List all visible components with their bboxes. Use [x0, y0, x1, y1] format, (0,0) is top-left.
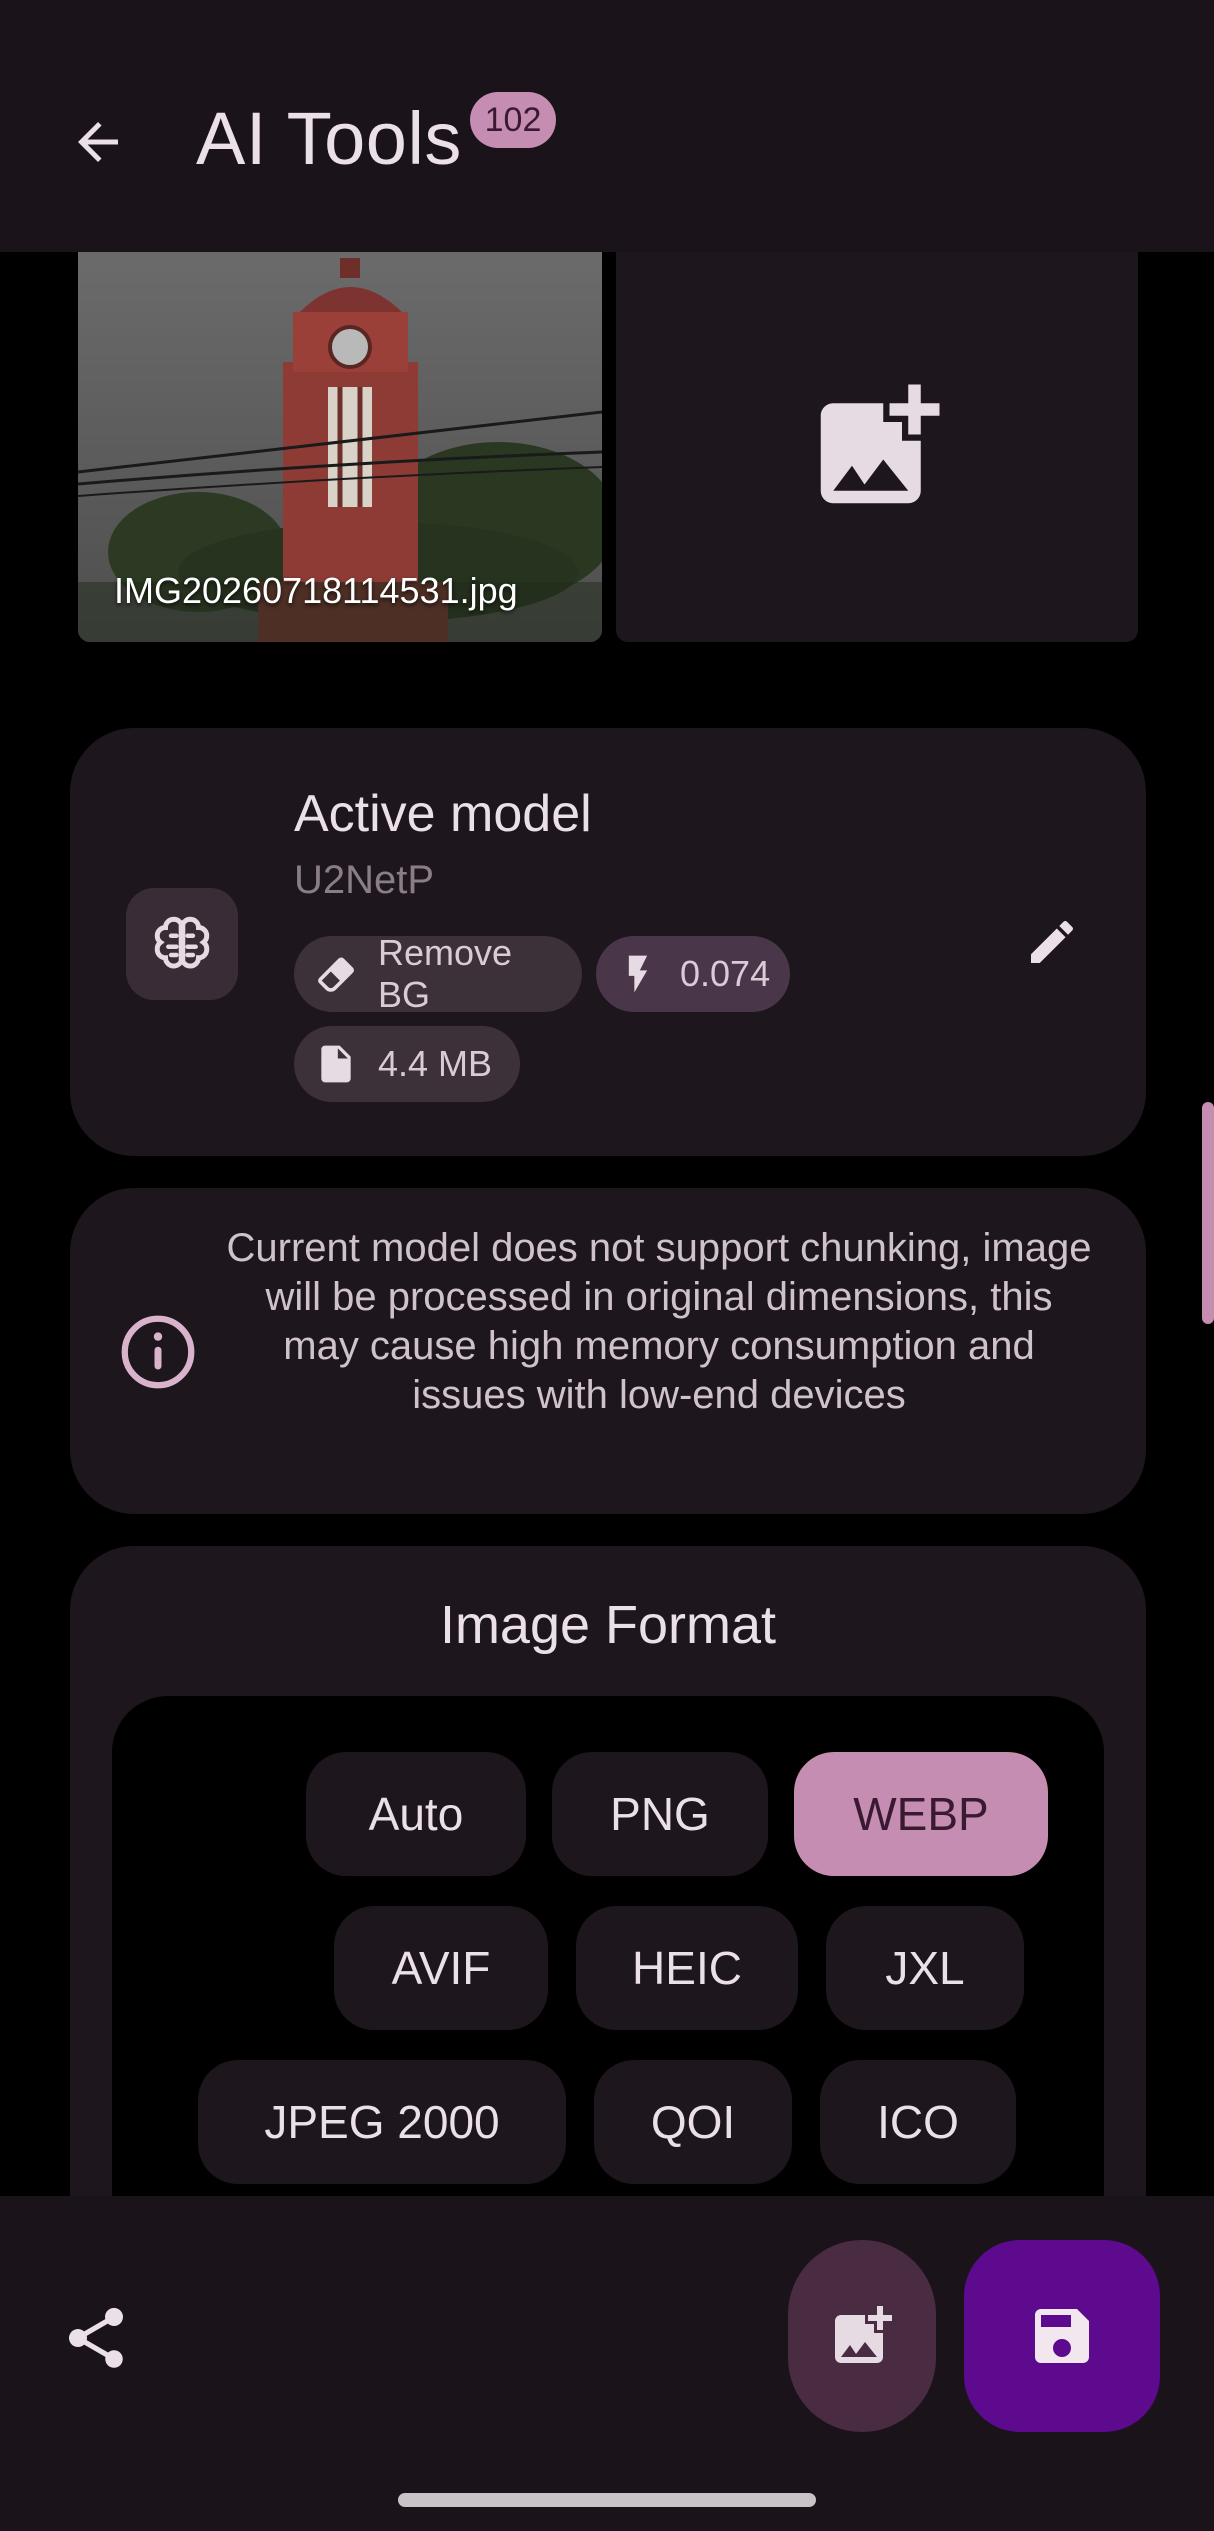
chunking-info-card: Current model does not support chunking,… [70, 1188, 1146, 1514]
image-file-name: IMG20260718114531.jpg [114, 570, 518, 611]
size-chip: 4.4 MB [294, 1026, 520, 1102]
info-message: Current model does not support chunking,… [226, 1226, 1092, 1417]
format-option-jpeg2000[interactable]: JPEG 2000 [198, 2060, 566, 2184]
bottom-action-bar [0, 2196, 1214, 2531]
speed-chip: 0.074 [596, 936, 790, 1012]
active-model-card[interactable]: Active model U2NetP Remove BG 0.074 4.4 … [70, 728, 1146, 1156]
page-title: AI Tools [196, 97, 462, 180]
task-chip-label: Remove BG [378, 932, 513, 1015]
scrollbar[interactable] [1202, 1102, 1214, 1324]
info-icon [116, 1310, 200, 1394]
add-photo-icon [835, 2306, 892, 2363]
model-card-title: Active model [294, 785, 592, 843]
pencil-icon [1031, 920, 1074, 963]
eraser-icon [314, 952, 358, 996]
format-option-jxl[interactable]: JXL [826, 1906, 1024, 2030]
screen: AI Tools 102 IMG20260718114531.jpg Activ… [0, 0, 1214, 2531]
format-option-webp[interactable]: WEBP [794, 1752, 1048, 1876]
format-option-auto[interactable]: Auto [306, 1752, 526, 1876]
image-format-title: Image Format [439, 1595, 777, 1655]
top-app-bar: AI Tools 102 [0, 0, 1214, 252]
add-photo-icon [820, 384, 940, 504]
format-option-heic[interactable]: HEIC [576, 1906, 798, 2030]
save-button[interactable] [964, 2240, 1160, 2432]
file-icon [314, 1042, 358, 1086]
edit-model-button[interactable] [1010, 900, 1094, 984]
share-icon [68, 2307, 124, 2368]
save-icon [1035, 2309, 1089, 2363]
speed-chip-label: 0.074 [680, 953, 771, 994]
add-image-fab[interactable] [788, 2240, 936, 2432]
task-chip: Remove BG [294, 932, 582, 1015]
bolt-icon [616, 952, 660, 996]
size-chip-label: 4.4 MB [378, 1043, 493, 1084]
model-name: U2NetP [294, 858, 435, 902]
gesture-nav-handle[interactable] [398, 2493, 816, 2507]
brain-icon [126, 888, 238, 1000]
format-option-avif[interactable]: AVIF [334, 1906, 548, 2030]
back-button[interactable] [56, 100, 140, 184]
add-image-tile[interactable] [616, 252, 1138, 642]
format-option-qoi[interactable]: QOI [594, 2060, 792, 2184]
arrow-left-icon [78, 122, 118, 162]
format-option-ico[interactable]: ICO [820, 2060, 1016, 2184]
format-option-png[interactable]: PNG [552, 1752, 768, 1876]
count-badge: 102 [470, 92, 556, 148]
image-thumbnail[interactable]: IMG20260718114531.jpg [78, 252, 602, 642]
share-button[interactable] [54, 2296, 138, 2380]
